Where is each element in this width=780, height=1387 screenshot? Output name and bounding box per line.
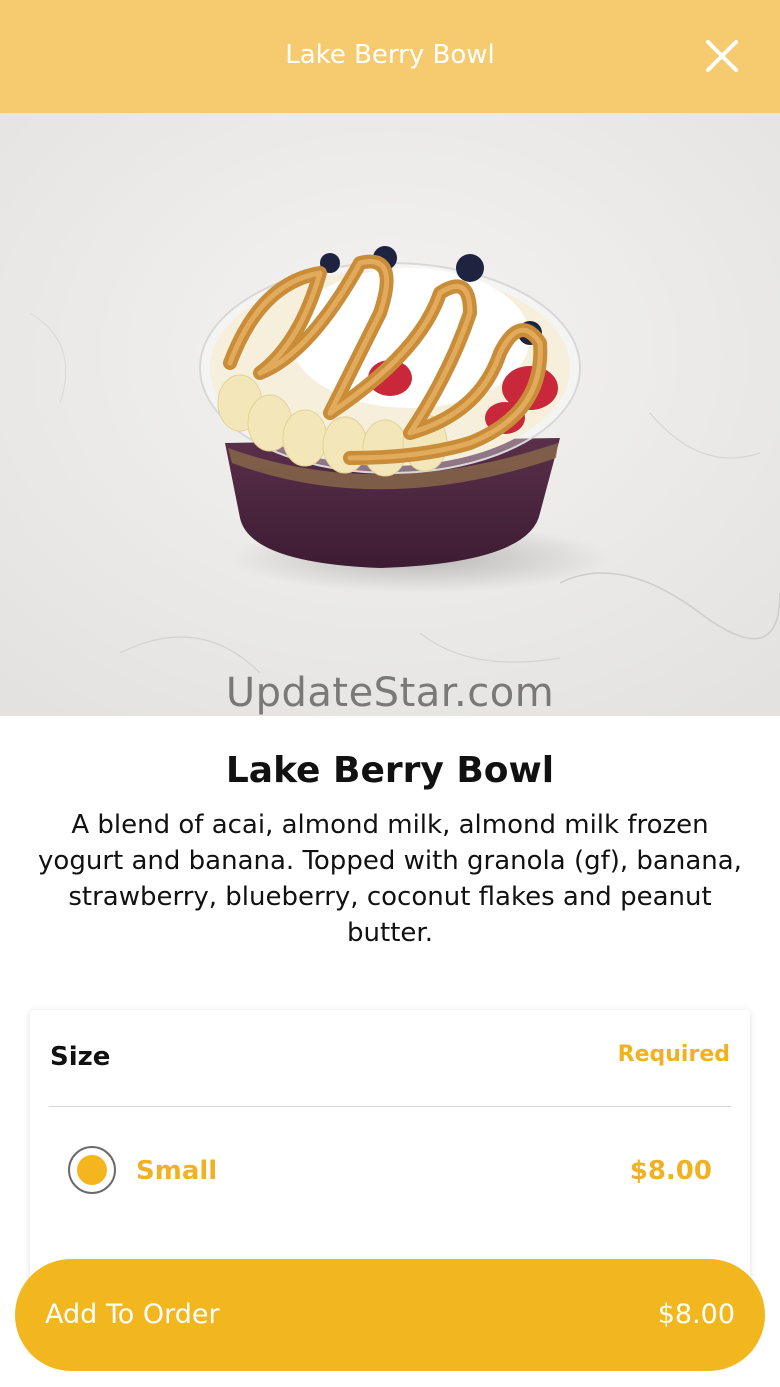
- watermark: UpdateStar.com: [225, 670, 555, 716]
- divider: [49, 1106, 731, 1107]
- order-total-price: $8.00: [657, 1299, 735, 1330]
- radio-button[interactable]: [68, 1146, 116, 1194]
- required-label: Required: [617, 1042, 730, 1067]
- option-small[interactable]: Small $8.00: [30, 1130, 750, 1210]
- product-detail-screen: Lake Berry Bowl UpdateStar.com Lake Berr…: [0, 0, 780, 1387]
- option-price: $8.00: [629, 1156, 712, 1186]
- product-description: A blend of acai, almond milk, almond mil…: [38, 810, 742, 948]
- header-bar: Lake Berry Bowl: [0, 0, 780, 113]
- product-name: Lake Berry Bowl: [225, 750, 555, 791]
- option-group-title: Size: [50, 1042, 111, 1072]
- product-image: UpdateStar.com: [0, 113, 780, 716]
- option-label: Small: [136, 1156, 218, 1186]
- close-button[interactable]: [704, 38, 740, 74]
- header-title: Lake Berry Bowl: [285, 40, 495, 70]
- add-to-order-label: Add To Order: [45, 1299, 220, 1330]
- add-to-order-button[interactable]: Add To Order $8.00: [15, 1259, 765, 1371]
- radio-selected-dot: [77, 1155, 107, 1185]
- close-icon: [706, 40, 738, 72]
